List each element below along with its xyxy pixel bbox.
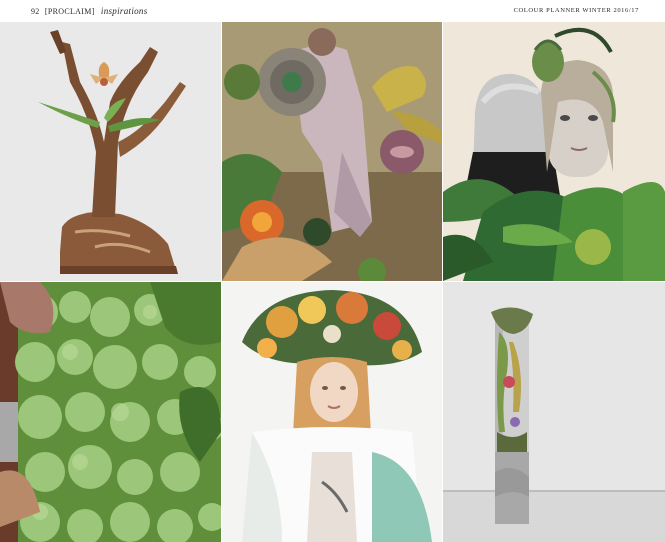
couple-foliage-image bbox=[443, 22, 665, 281]
flower-crown-portrait-image bbox=[222, 282, 442, 542]
moss-wall-image bbox=[0, 282, 221, 542]
section-title: inspirations bbox=[100, 6, 148, 16]
magazine-page: 92 [PROCLAIM] inspirations COLOUR PLANNE… bbox=[0, 0, 665, 542]
page-header: 92 [PROCLAIM] inspirations COLOUR PLANNE… bbox=[0, 0, 665, 22]
tree-sneaker-image bbox=[0, 22, 221, 281]
floral-collage-image bbox=[222, 22, 442, 281]
plant-column-image bbox=[443, 282, 665, 542]
image-grid bbox=[0, 22, 665, 542]
page-number: 92 bbox=[31, 7, 40, 16]
brand-name: [PROCLAIM] bbox=[44, 7, 95, 16]
header-left: 92 [PROCLAIM] inspirations bbox=[31, 6, 148, 16]
publication-title: COLOUR PLANNER WINTER 2016/17 bbox=[513, 7, 639, 14]
